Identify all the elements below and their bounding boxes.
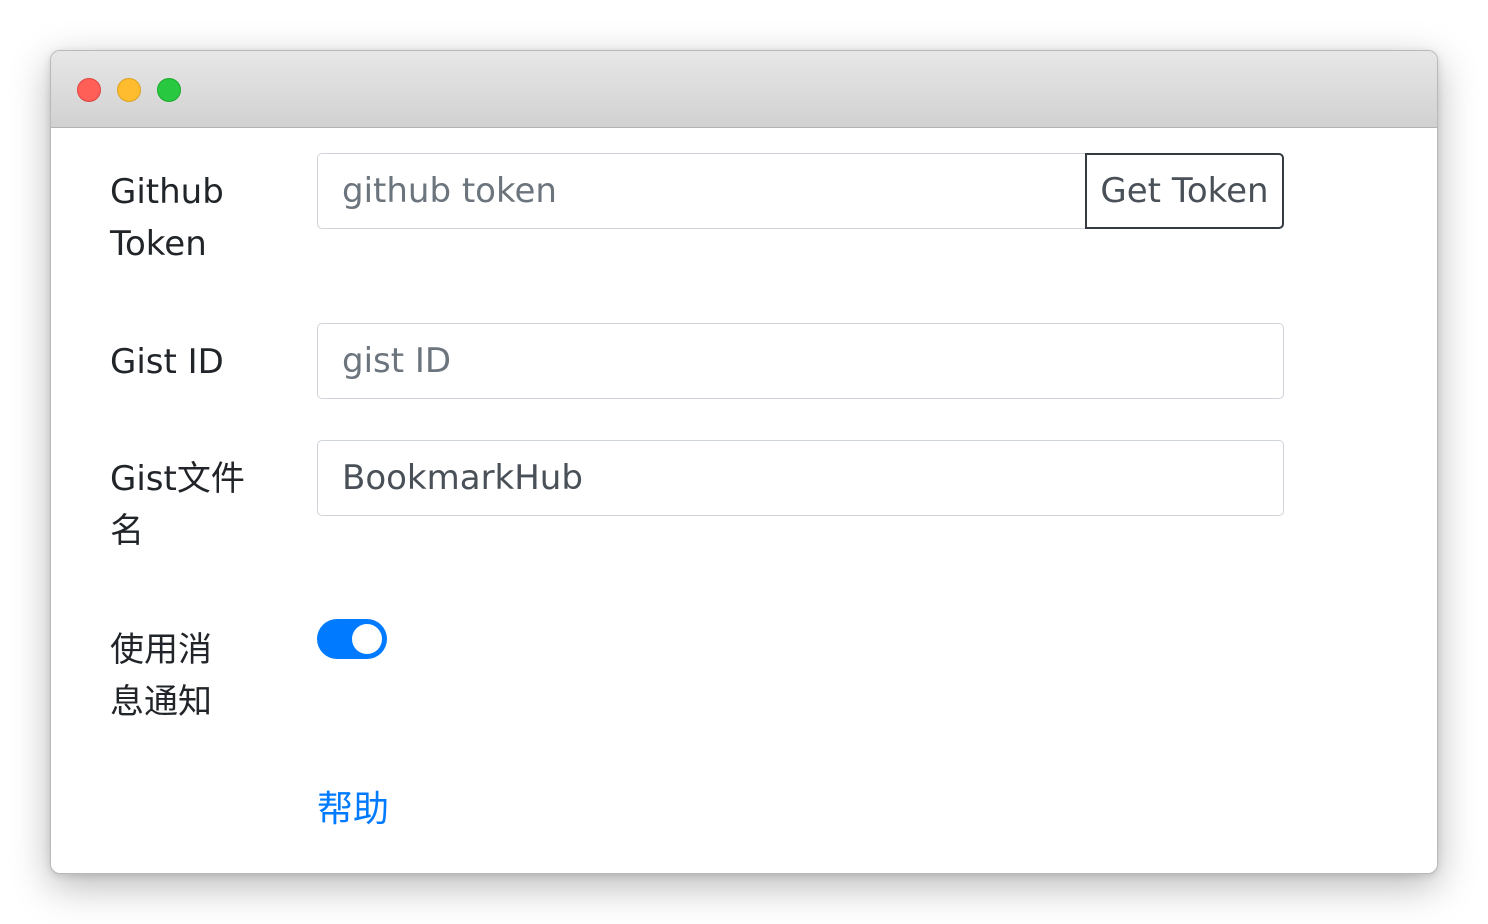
github-token-label: Github Token	[110, 172, 224, 264]
gist-filename-label: Gist文件名	[110, 459, 245, 551]
close-window-icon[interactable]	[77, 78, 101, 102]
minimize-window-icon[interactable]	[117, 78, 141, 102]
github-token-input[interactable]: github token	[317, 153, 1087, 229]
get-token-button[interactable]: Get Token	[1085, 153, 1284, 229]
toggle-knob	[352, 624, 382, 654]
maximize-window-icon[interactable]	[157, 78, 181, 102]
title-bar	[51, 51, 1437, 128]
gist-filename-input[interactable]: BookmarkHub	[317, 440, 1284, 516]
gist-id-input[interactable]: gist ID	[317, 323, 1284, 399]
gist-id-label: Gist ID	[110, 342, 224, 382]
notifications-toggle[interactable]	[317, 619, 387, 659]
help-link[interactable]: 帮助	[317, 784, 389, 836]
notifications-label: 使用消息通知	[110, 630, 212, 722]
settings-window: Github Token github token Get Token Gist…	[50, 50, 1438, 874]
